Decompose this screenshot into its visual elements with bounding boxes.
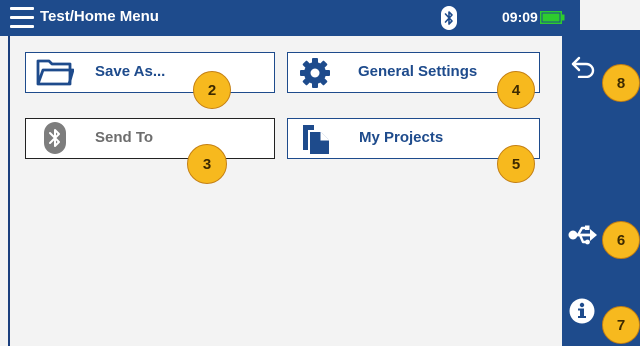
content-border — [8, 36, 10, 346]
info-icon[interactable] — [569, 298, 595, 324]
callout-back: 8 — [602, 64, 640, 102]
title-bar: Test/Home Menu 09:09 — [0, 0, 580, 36]
callout-usb: 6 — [602, 221, 640, 259]
gear-icon — [300, 58, 330, 88]
callout-info: 7 — [602, 306, 640, 344]
general-settings-label: General Settings — [358, 63, 478, 80]
bluetooth-icon — [441, 6, 457, 30]
bluetooth-icon — [44, 122, 66, 154]
battery-icon — [540, 11, 565, 24]
send-to-button[interactable]: Send To — [25, 118, 275, 159]
callout-send-to: 3 — [187, 144, 227, 184]
save-as-label: Save As... — [95, 63, 166, 80]
clock: 09:09 — [502, 9, 538, 25]
back-arrow-icon[interactable] — [570, 56, 596, 78]
callout-general-settings: 4 — [497, 71, 535, 109]
hamburger-icon[interactable] — [10, 7, 34, 29]
callout-save-as: 2 — [193, 71, 231, 109]
folder-icon — [36, 59, 74, 86]
projects-icon — [303, 125, 329, 154]
my-projects-label: My Projects — [359, 129, 444, 146]
send-to-label: Send To — [95, 129, 154, 146]
usb-icon[interactable] — [568, 224, 598, 246]
save-as-button[interactable]: Save As... — [25, 52, 275, 93]
page-title: Test/Home Menu — [40, 8, 159, 25]
callout-my-projects: 5 — [497, 145, 535, 183]
device-screen: Test/Home Menu 09:09 Save As... General … — [0, 0, 640, 346]
